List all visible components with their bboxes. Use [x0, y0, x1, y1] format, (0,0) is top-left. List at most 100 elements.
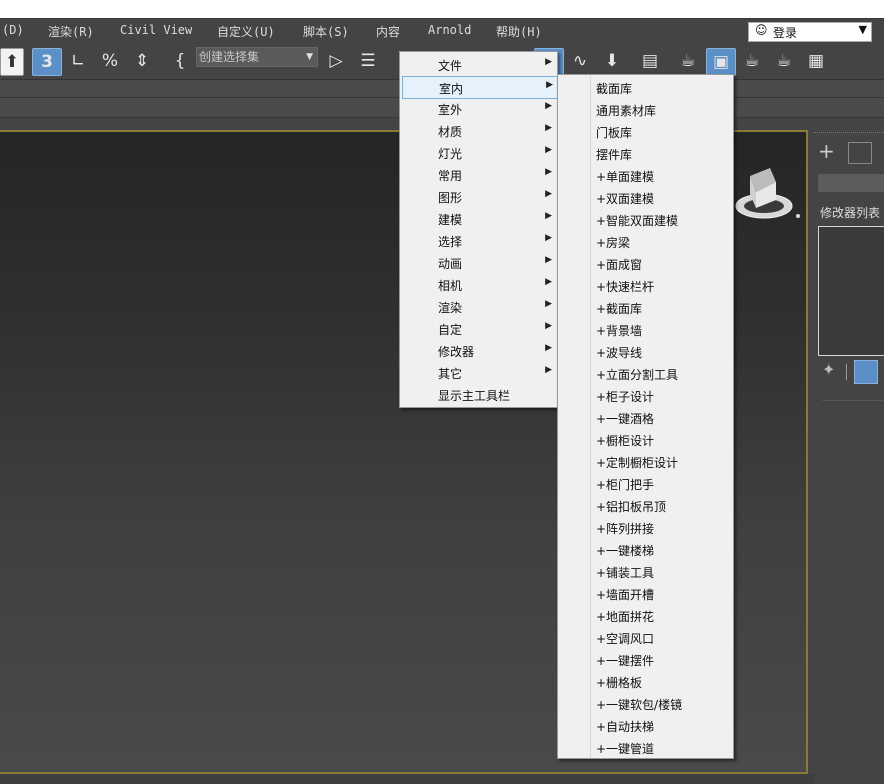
- submenu-item[interactable]: +截面库: [560, 297, 732, 318]
- menu-script[interactable]: 脚本(S): [303, 23, 349, 40]
- submenu-item[interactable]: +一键酒格: [560, 407, 732, 428]
- submenu-item[interactable]: +栅格板: [560, 671, 732, 692]
- render-production-button[interactable]: ☕: [738, 48, 766, 74]
- edit-selection-set-button[interactable]: {: [166, 48, 194, 74]
- submenu-item[interactable]: +自动扶梯: [560, 715, 732, 736]
- submenu-item[interactable]: +波导线: [560, 341, 732, 362]
- submenu-item[interactable]: +面成窗: [560, 253, 732, 274]
- menu-item[interactable]: 修改器 ▶: [402, 340, 556, 361]
- menu-item[interactable]: 灯光 ▶: [402, 142, 556, 163]
- menu-customize[interactable]: 自定义(U): [217, 23, 275, 40]
- remove-modifier-icon[interactable]: [854, 360, 878, 384]
- submenu-item[interactable]: 截面库: [560, 77, 732, 98]
- render-setup-button[interactable]: ☕: [674, 48, 702, 74]
- submenu-item[interactable]: +一键软包/楼镜: [560, 693, 732, 714]
- menu-item[interactable]: 图形 ▶: [402, 186, 556, 207]
- submenu-item[interactable]: +一键管道: [560, 737, 732, 758]
- menu-item[interactable]: 选择 ▶: [402, 230, 556, 251]
- menu-item-label: 渲染: [438, 301, 463, 315]
- submenu-item[interactable]: +空调风口: [560, 627, 732, 648]
- curve-editor-button[interactable]: ∿: [566, 48, 594, 74]
- menu-item[interactable]: 文件 ▶: [402, 54, 556, 75]
- menu-item-label: 灯光: [438, 147, 463, 161]
- menu-item[interactable]: 自定 ▶: [402, 318, 556, 339]
- menu-item[interactable]: 建模 ▶: [402, 208, 556, 229]
- menu-item[interactable]: 相机 ▶: [402, 274, 556, 295]
- spinner-snap-button[interactable]: ⇕: [128, 48, 156, 74]
- menu-civil-view[interactable]: Civil View: [120, 23, 192, 37]
- menu-content[interactable]: 内容: [376, 23, 400, 40]
- submenu-arrow-icon: ▶: [545, 255, 552, 265]
- menu-item[interactable]: 其它 ▶: [402, 362, 556, 383]
- submenu-item-label: +双面建模: [596, 192, 655, 206]
- submenu-item[interactable]: +地面拼花: [560, 605, 732, 626]
- menu-item[interactable]: 渲染 ▶: [402, 296, 556, 317]
- submenu-item[interactable]: +智能双面建模: [560, 209, 732, 230]
- modifier-stack-list[interactable]: [818, 226, 884, 356]
- submenu-item[interactable]: +阵列拼接: [560, 517, 732, 538]
- submenu-item[interactable]: +单面建模: [560, 165, 732, 186]
- submenu-item[interactable]: +墙面开槽: [560, 583, 732, 604]
- chevron-down-icon: ▼: [306, 52, 313, 62]
- login-dropdown[interactable]: ☺ 登录 ▼: [748, 22, 872, 42]
- submenu-item[interactable]: +定制橱柜设计: [560, 451, 732, 472]
- menu-item[interactable]: 室外 ▶: [402, 98, 556, 119]
- viewcube[interactable]: [730, 162, 800, 224]
- align-button[interactable]: ☰: [354, 48, 382, 74]
- submenu-arrow-icon: ▶: [545, 233, 552, 243]
- menu-bar: (D) 渲染(R) Civil View 自定义(U) 脚本(S) 内容 Arn…: [0, 18, 884, 42]
- rendered-frame-button[interactable]: ▣: [706, 48, 736, 76]
- angle-snap-button[interactable]: ∟: [64, 48, 92, 74]
- menu-item-label: 相机: [438, 279, 463, 293]
- submenu-item[interactable]: +橱柜设计: [560, 429, 732, 450]
- layout-grid-button[interactable]: ▦: [802, 48, 830, 74]
- snap-3d-button[interactable]: 3: [32, 48, 62, 76]
- submenu-item[interactable]: +立面分割工具: [560, 363, 732, 384]
- submenu-item[interactable]: +背景墙: [560, 319, 732, 340]
- menu-help[interactable]: 帮助(H): [496, 23, 542, 40]
- submenu-item[interactable]: +铝扣板吊顶: [560, 495, 732, 516]
- submenu-item-label: 摆件库: [596, 148, 633, 162]
- menu-item[interactable]: 常用 ▶: [402, 164, 556, 185]
- submenu-item-label: +智能双面建模: [596, 214, 679, 228]
- object-name-field[interactable]: [818, 174, 884, 192]
- menu-item[interactable]: 室内 ▶: [402, 76, 558, 99]
- submenu-item[interactable]: +一键楼梯: [560, 539, 732, 560]
- submenu-item[interactable]: +房梁: [560, 231, 732, 252]
- create-tab-plus-icon[interactable]: +: [818, 140, 835, 162]
- submenu-item[interactable]: 通用素材库: [560, 99, 732, 120]
- menu-render[interactable]: 渲染(R): [48, 23, 94, 40]
- material-icon: ▤: [641, 51, 659, 71]
- submenu-item[interactable]: +双面建模: [560, 187, 732, 208]
- menu-arnold[interactable]: Arnold: [428, 23, 471, 37]
- submenu-item-label: +快速栏杆: [596, 280, 655, 294]
- submenu-item-label: +一键酒格: [596, 412, 655, 426]
- modifier-list-label[interactable]: 修改器列表: [820, 204, 880, 221]
- mirror-button[interactable]: ▷: [322, 48, 350, 74]
- submenu-item[interactable]: 摆件库: [560, 143, 732, 164]
- selection-set-dropdown[interactable]: 创建选择集 ▼: [196, 47, 318, 67]
- menu-item[interactable]: 材质 ▶: [402, 120, 556, 141]
- submenu-item[interactable]: 门板库: [560, 121, 732, 142]
- submenu-arrow-icon: ▶: [545, 189, 552, 199]
- material-editor-button[interactable]: ▤: [636, 48, 664, 74]
- render-icon: ☕: [744, 51, 760, 71]
- submenu-item[interactable]: +一键摆件: [560, 649, 732, 670]
- submenu-item-label: +单面建模: [596, 170, 655, 184]
- submenu-item[interactable]: +铺装工具: [560, 561, 732, 582]
- submenu-item[interactable]: +快速栏杆: [560, 275, 732, 296]
- submenu-item[interactable]: +柜门把手: [560, 473, 732, 494]
- submenu-item[interactable]: +柜子设计: [560, 385, 732, 406]
- user-icon: ☺: [755, 23, 768, 37]
- menu-edit-d[interactable]: (D): [2, 23, 24, 37]
- menu-item-label: 选择: [438, 235, 463, 249]
- menu-item[interactable]: 显示主工具栏: [402, 384, 556, 405]
- percent-snap-button[interactable]: %: [96, 48, 124, 74]
- pin-stack-icon[interactable]: ✦: [822, 360, 835, 379]
- submenu-item-label: +地面拼花: [596, 610, 655, 624]
- render-active-button[interactable]: ☕: [770, 48, 798, 74]
- menu-item[interactable]: 动画 ▶: [402, 252, 556, 273]
- modify-tab-icon[interactable]: [848, 142, 872, 164]
- upload-button[interactable]: ⬆: [0, 48, 24, 76]
- dope-sheet-button[interactable]: ⬇: [598, 48, 626, 74]
